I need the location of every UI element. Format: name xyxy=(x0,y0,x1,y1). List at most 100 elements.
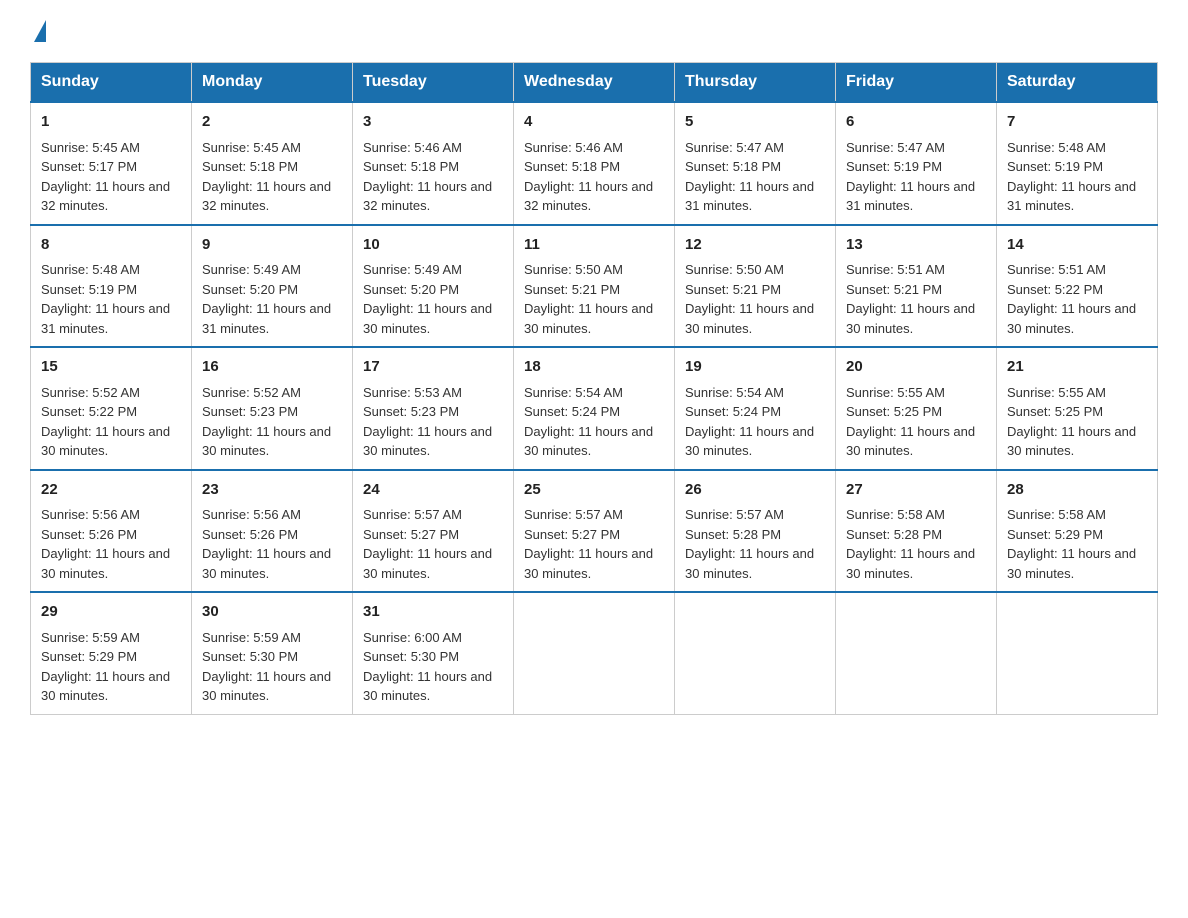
day-number: 3 xyxy=(363,111,503,134)
daylight-info: Daylight: 11 hours and 31 minutes. xyxy=(1007,179,1136,214)
sunrise-info: Sunrise: 5:58 AM xyxy=(846,507,945,522)
sunrise-info: Sunrise: 5:47 AM xyxy=(846,140,945,155)
daylight-info: Daylight: 11 hours and 30 minutes. xyxy=(1007,301,1136,336)
calendar-day-cell: 18 Sunrise: 5:54 AM Sunset: 5:24 PM Dayl… xyxy=(514,347,675,470)
calendar-day-cell: 11 Sunrise: 5:50 AM Sunset: 5:21 PM Dayl… xyxy=(514,225,675,348)
sunrise-info: Sunrise: 5:48 AM xyxy=(41,262,140,277)
sunrise-info: Sunrise: 5:50 AM xyxy=(685,262,784,277)
calendar-week-row: 15 Sunrise: 5:52 AM Sunset: 5:22 PM Dayl… xyxy=(31,347,1158,470)
calendar-week-row: 29 Sunrise: 5:59 AM Sunset: 5:29 PM Dayl… xyxy=(31,592,1158,714)
sunrise-info: Sunrise: 5:49 AM xyxy=(363,262,462,277)
day-number: 29 xyxy=(41,601,181,624)
daylight-info: Daylight: 11 hours and 32 minutes. xyxy=(524,179,653,214)
sunset-info: Sunset: 5:19 PM xyxy=(41,282,137,297)
sunrise-info: Sunrise: 5:53 AM xyxy=(363,385,462,400)
calendar-day-cell: 25 Sunrise: 5:57 AM Sunset: 5:27 PM Dayl… xyxy=(514,470,675,593)
day-number: 2 xyxy=(202,111,342,134)
sunset-info: Sunset: 5:25 PM xyxy=(846,404,942,419)
day-number: 25 xyxy=(524,479,664,502)
logo xyxy=(30,20,46,44)
daylight-info: Daylight: 11 hours and 31 minutes. xyxy=(41,301,170,336)
sunrise-info: Sunrise: 5:52 AM xyxy=(202,385,301,400)
day-number: 17 xyxy=(363,356,503,379)
sunset-info: Sunset: 5:30 PM xyxy=(202,649,298,664)
day-number: 31 xyxy=(363,601,503,624)
sunset-info: Sunset: 5:28 PM xyxy=(685,527,781,542)
sunrise-info: Sunrise: 5:58 AM xyxy=(1007,507,1106,522)
sunrise-info: Sunrise: 5:45 AM xyxy=(41,140,140,155)
sunrise-info: Sunrise: 5:45 AM xyxy=(202,140,301,155)
day-number: 22 xyxy=(41,479,181,502)
sunset-info: Sunset: 5:22 PM xyxy=(1007,282,1103,297)
daylight-info: Daylight: 11 hours and 31 minutes. xyxy=(846,179,975,214)
calendar-day-cell: 12 Sunrise: 5:50 AM Sunset: 5:21 PM Dayl… xyxy=(675,225,836,348)
day-number: 1 xyxy=(41,111,181,134)
calendar-day-cell: 29 Sunrise: 5:59 AM Sunset: 5:29 PM Dayl… xyxy=(31,592,192,714)
calendar-day-cell: 26 Sunrise: 5:57 AM Sunset: 5:28 PM Dayl… xyxy=(675,470,836,593)
day-number: 27 xyxy=(846,479,986,502)
sunset-info: Sunset: 5:29 PM xyxy=(1007,527,1103,542)
day-of-week-header: Saturday xyxy=(997,63,1158,103)
daylight-info: Daylight: 11 hours and 30 minutes. xyxy=(363,546,492,581)
day-number: 30 xyxy=(202,601,342,624)
sunset-info: Sunset: 5:28 PM xyxy=(846,527,942,542)
sunset-info: Sunset: 5:20 PM xyxy=(202,282,298,297)
calendar-day-cell: 5 Sunrise: 5:47 AM Sunset: 5:18 PM Dayli… xyxy=(675,102,836,225)
sunrise-info: Sunrise: 5:55 AM xyxy=(846,385,945,400)
calendar-day-cell xyxy=(514,592,675,714)
daylight-info: Daylight: 11 hours and 30 minutes. xyxy=(363,424,492,459)
day-number: 6 xyxy=(846,111,986,134)
sunrise-info: Sunrise: 5:54 AM xyxy=(685,385,784,400)
calendar-day-cell: 7 Sunrise: 5:48 AM Sunset: 5:19 PM Dayli… xyxy=(997,102,1158,225)
day-number: 7 xyxy=(1007,111,1147,134)
sunset-info: Sunset: 5:21 PM xyxy=(846,282,942,297)
sunset-info: Sunset: 5:27 PM xyxy=(524,527,620,542)
day-of-week-header: Wednesday xyxy=(514,63,675,103)
sunset-info: Sunset: 5:18 PM xyxy=(202,159,298,174)
sunrise-info: Sunrise: 5:48 AM xyxy=(1007,140,1106,155)
day-number: 10 xyxy=(363,234,503,257)
daylight-info: Daylight: 11 hours and 30 minutes. xyxy=(685,424,814,459)
calendar-day-cell: 16 Sunrise: 5:52 AM Sunset: 5:23 PM Dayl… xyxy=(192,347,353,470)
day-number: 11 xyxy=(524,234,664,257)
calendar-day-cell: 6 Sunrise: 5:47 AM Sunset: 5:19 PM Dayli… xyxy=(836,102,997,225)
sunrise-info: Sunrise: 5:52 AM xyxy=(41,385,140,400)
calendar-day-cell: 21 Sunrise: 5:55 AM Sunset: 5:25 PM Dayl… xyxy=(997,347,1158,470)
sunrise-info: Sunrise: 5:49 AM xyxy=(202,262,301,277)
calendar-day-cell: 1 Sunrise: 5:45 AM Sunset: 5:17 PM Dayli… xyxy=(31,102,192,225)
calendar-day-cell: 13 Sunrise: 5:51 AM Sunset: 5:21 PM Dayl… xyxy=(836,225,997,348)
calendar-day-cell: 24 Sunrise: 5:57 AM Sunset: 5:27 PM Dayl… xyxy=(353,470,514,593)
day-number: 8 xyxy=(41,234,181,257)
day-number: 12 xyxy=(685,234,825,257)
sunrise-info: Sunrise: 5:46 AM xyxy=(363,140,462,155)
day-number: 13 xyxy=(846,234,986,257)
calendar-day-cell: 14 Sunrise: 5:51 AM Sunset: 5:22 PM Dayl… xyxy=(997,225,1158,348)
sunset-info: Sunset: 5:23 PM xyxy=(363,404,459,419)
sunrise-info: Sunrise: 5:56 AM xyxy=(41,507,140,522)
day-number: 5 xyxy=(685,111,825,134)
daylight-info: Daylight: 11 hours and 30 minutes. xyxy=(41,546,170,581)
sunrise-info: Sunrise: 5:59 AM xyxy=(202,630,301,645)
day-of-week-header: Tuesday xyxy=(353,63,514,103)
sunrise-info: Sunrise: 5:46 AM xyxy=(524,140,623,155)
daylight-info: Daylight: 11 hours and 30 minutes. xyxy=(685,546,814,581)
sunset-info: Sunset: 5:19 PM xyxy=(846,159,942,174)
calendar-day-cell: 3 Sunrise: 5:46 AM Sunset: 5:18 PM Dayli… xyxy=(353,102,514,225)
daylight-info: Daylight: 11 hours and 30 minutes. xyxy=(41,669,170,704)
calendar-day-cell: 20 Sunrise: 5:55 AM Sunset: 5:25 PM Dayl… xyxy=(836,347,997,470)
sunset-info: Sunset: 5:17 PM xyxy=(41,159,137,174)
calendar-day-cell: 23 Sunrise: 5:56 AM Sunset: 5:26 PM Dayl… xyxy=(192,470,353,593)
calendar-week-row: 8 Sunrise: 5:48 AM Sunset: 5:19 PM Dayli… xyxy=(31,225,1158,348)
sunset-info: Sunset: 5:19 PM xyxy=(1007,159,1103,174)
sunset-info: Sunset: 5:30 PM xyxy=(363,649,459,664)
sunset-info: Sunset: 5:18 PM xyxy=(524,159,620,174)
sunset-info: Sunset: 5:25 PM xyxy=(1007,404,1103,419)
day-number: 23 xyxy=(202,479,342,502)
sunset-info: Sunset: 5:18 PM xyxy=(685,159,781,174)
sunrise-info: Sunrise: 5:50 AM xyxy=(524,262,623,277)
sunset-info: Sunset: 5:24 PM xyxy=(524,404,620,419)
daylight-info: Daylight: 11 hours and 30 minutes. xyxy=(846,424,975,459)
daylight-info: Daylight: 11 hours and 32 minutes. xyxy=(202,179,331,214)
sunset-info: Sunset: 5:26 PM xyxy=(202,527,298,542)
day-number: 18 xyxy=(524,356,664,379)
